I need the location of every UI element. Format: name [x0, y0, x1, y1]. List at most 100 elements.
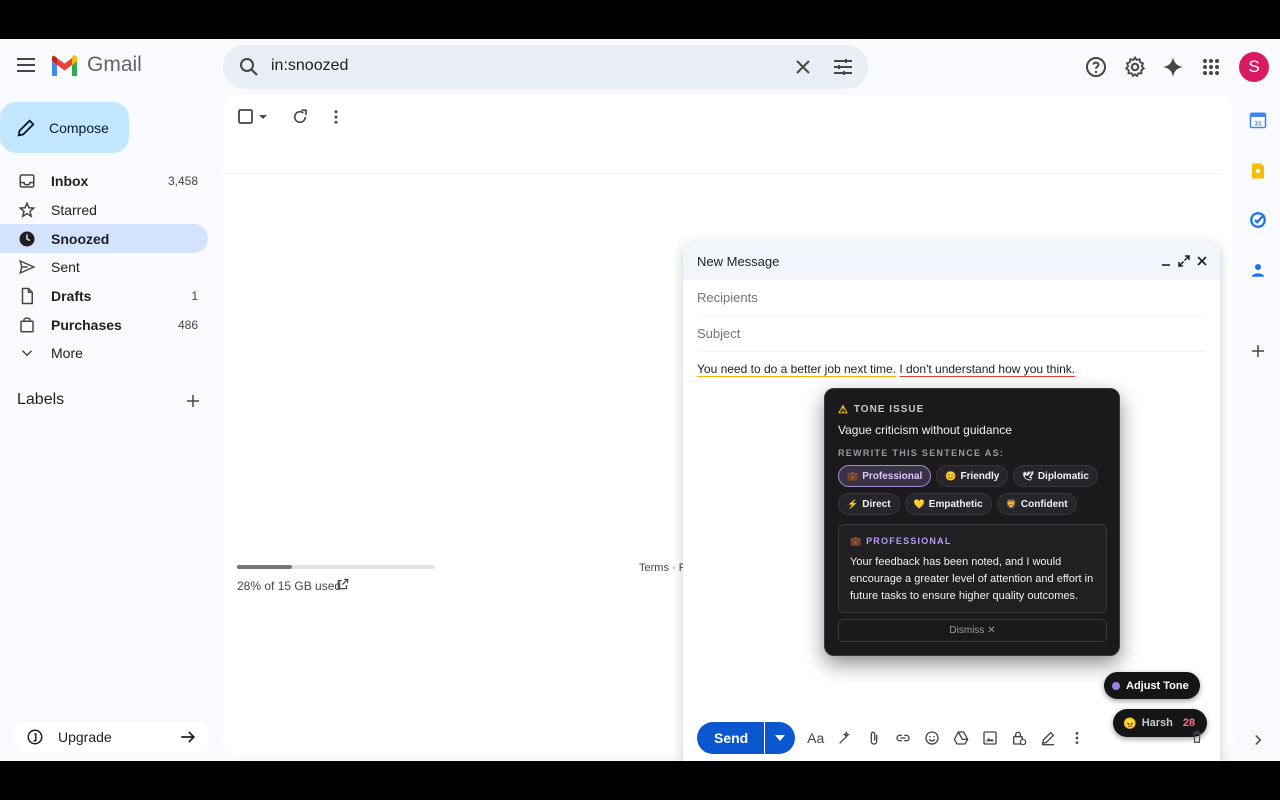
- sidebar-item-label: Sent: [51, 259, 80, 276]
- compose-button[interactable]: Compose: [0, 102, 129, 153]
- main-menu-icon[interactable]: [14, 54, 38, 78]
- sidebar-item-label: Purchases: [51, 316, 122, 333]
- storage-bar: [237, 565, 435, 569]
- sidebar-item-label: Inbox: [51, 173, 89, 190]
- tone-chip-label: Empathetic: [928, 498, 983, 510]
- inbox-icon: [18, 172, 36, 190]
- arrow-right-icon: [181, 731, 196, 743]
- rewrite-suggestion[interactable]: 💼 PROFESSIONAL Your feedback has been no…: [838, 524, 1107, 613]
- tone-chip-friendly[interactable]: 😊 Friendly: [936, 465, 1009, 487]
- toolbar-divider: [223, 173, 1223, 174]
- sidebar-item-label: Drafts: [51, 288, 92, 305]
- tone-chip-confident[interactable]: 🦁 Confident: [996, 493, 1077, 515]
- caret-down-icon: [775, 735, 786, 741]
- tone-chip-professional[interactable]: 💼 Professional: [838, 465, 932, 487]
- top-bar: Gmail S: [0, 39, 1280, 95]
- footer-terms-link[interactable]: Terms · P: [639, 562, 686, 574]
- heart-icon: 💛: [913, 498, 925, 509]
- adjust-tone-button[interactable]: Adjust Tone: [1104, 672, 1200, 699]
- message-body[interactable]: You need to do a better job next time. I…: [697, 362, 1206, 376]
- search-input[interactable]: [271, 57, 751, 75]
- purchases-count: 486: [177, 317, 198, 332]
- subject-field[interactable]: [697, 316, 1206, 352]
- account-avatar[interactable]: S: [1239, 52, 1269, 82]
- sidebar-item-sent[interactable]: Sent: [0, 253, 208, 282]
- apps-grid-icon[interactable]: [1199, 55, 1223, 79]
- smile-icon: 😊: [945, 470, 957, 481]
- get-addons-icon[interactable]: [1249, 342, 1267, 360]
- pencil-icon: [17, 118, 35, 137]
- flagged-sentence-1[interactable]: You need to do a better job next time.: [697, 362, 896, 376]
- rewrite-label: REWRITE THIS SENTENCE AS:: [838, 448, 1005, 458]
- insert-photo-icon[interactable]: [975, 726, 1004, 750]
- drive-icon[interactable]: [946, 726, 975, 750]
- flagged-sentence-2[interactable]: I don't understand how you think.: [899, 362, 1075, 376]
- discard-draft-trash-icon[interactable]: [1190, 730, 1204, 744]
- tone-chip-label: Diplomatic: [1037, 470, 1089, 482]
- emoji-icon[interactable]: [917, 726, 946, 750]
- upgrade-button[interactable]: Upgrade: [14, 722, 208, 752]
- labels-heading: Labels: [17, 391, 65, 408]
- drafts-count: 1: [191, 289, 198, 304]
- subject-input[interactable]: [697, 326, 1206, 341]
- send-icon: [18, 258, 36, 276]
- ai-write-icon[interactable]: [830, 726, 859, 750]
- sidebar-item-drafts[interactable]: Drafts 1: [0, 282, 208, 311]
- angry-face-icon: 😠: [1123, 717, 1137, 730]
- suggestion-text: Your feedback has been noted, and I woul…: [850, 556, 1094, 602]
- minimize-icon[interactable]: [1157, 252, 1175, 270]
- attach-icon[interactable]: [859, 726, 888, 750]
- gemini-sparkle-icon[interactable]: [1161, 55, 1185, 79]
- tone-chip-empathetic[interactable]: 💛 Empathetic: [904, 493, 992, 515]
- tone-chip-diplomatic[interactable]: 🕊 Diplomatic: [1013, 465, 1098, 487]
- open-in-new-icon[interactable]: [336, 577, 350, 591]
- send-options-button[interactable]: [765, 722, 796, 754]
- close-icon[interactable]: [1193, 252, 1211, 270]
- status-dot: [1112, 681, 1120, 690]
- search-icon[interactable]: [237, 55, 261, 79]
- search-options-icon[interactable]: [831, 55, 855, 79]
- sidebar-item-starred[interactable]: Starred: [0, 196, 208, 225]
- sidebar-item-label: Starred: [51, 202, 97, 219]
- sidebar-item-more[interactable]: More: [0, 339, 208, 368]
- tone-chip-direct[interactable]: ⚡ Direct: [838, 493, 900, 515]
- gmail-logo[interactable]: Gmail: [50, 53, 142, 77]
- sidebar-item-purchases[interactable]: Purchases 486: [0, 310, 208, 339]
- contacts-icon[interactable]: [1249, 261, 1267, 279]
- select-all-checkbox-icon[interactable]: [237, 108, 271, 126]
- keep-icon[interactable]: [1249, 162, 1267, 180]
- clear-search-icon[interactable]: [791, 55, 815, 79]
- tone-chip-label: Friendly: [960, 470, 1000, 482]
- tone-issue-popup: ⚠ TONE ISSUE Vague criticism without gui…: [824, 388, 1120, 656]
- send-button[interactable]: Send: [697, 722, 765, 754]
- more-options-icon[interactable]: [1062, 726, 1091, 750]
- add-label-icon[interactable]: [184, 392, 202, 410]
- recipients-input[interactable]: [697, 290, 1206, 305]
- sidebar-item-inbox[interactable]: Inbox 3,458: [0, 167, 208, 196]
- recipients-field[interactable]: [697, 280, 1206, 316]
- suggestion-tone: PROFESSIONAL: [866, 536, 952, 546]
- harsh-label: Harsh: [1141, 717, 1173, 729]
- chevron-right-icon[interactable]: [1249, 731, 1267, 749]
- help-icon[interactable]: [1084, 55, 1108, 79]
- refresh-icon[interactable]: [291, 108, 309, 126]
- more-vert-icon[interactable]: [327, 108, 345, 126]
- dismiss-button[interactable]: Dismiss ✕: [838, 619, 1107, 642]
- composer-header[interactable]: New Message: [683, 242, 1220, 280]
- storage-fill: [237, 565, 293, 569]
- confidential-mode-icon[interactable]: [1004, 726, 1033, 750]
- link-icon[interactable]: [888, 726, 917, 750]
- tone-chip-label: Professional: [862, 470, 923, 482]
- tasks-icon[interactable]: [1249, 211, 1267, 229]
- expand-icon[interactable]: [1175, 252, 1193, 270]
- formatting-icon[interactable]: Aa: [801, 726, 830, 750]
- chevron-down-icon: [18, 344, 36, 362]
- signature-icon[interactable]: [1033, 726, 1062, 750]
- calendar-icon[interactable]: 31: [1249, 111, 1267, 129]
- tone-issue-description: Vague criticism without guidance: [838, 423, 1012, 437]
- settings-gear-icon[interactable]: [1123, 55, 1147, 79]
- gmail-m-icon: [52, 55, 77, 76]
- tone-chip-label: Confident: [1020, 498, 1068, 510]
- sidebar-item-snoozed[interactable]: Snoozed: [0, 224, 208, 254]
- storage-text: 28% of 15 GB used: [237, 579, 342, 593]
